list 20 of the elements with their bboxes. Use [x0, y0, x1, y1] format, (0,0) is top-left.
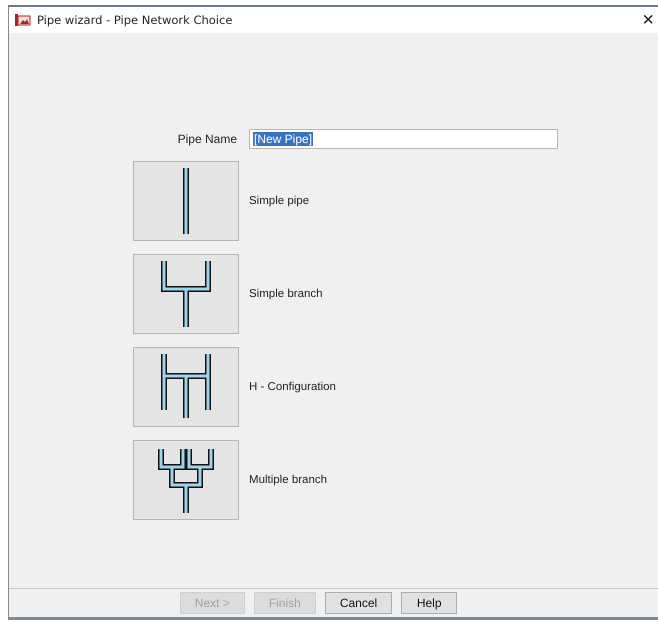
- pipe-drawing: [158, 449, 214, 513]
- option-label: Simple pipe: [249, 195, 310, 207]
- pipe-type-button[interactable]: [133, 440, 239, 520]
- window-title: Pipe wizard - Pipe Network Choice: [37, 13, 232, 27]
- pipe-drawing: [183, 168, 189, 234]
- pipe-name-field[interactable]: [New Pipe]: [249, 129, 558, 149]
- pipe-type-button[interactable]: [133, 347, 239, 427]
- pipe-drawing: [161, 261, 211, 327]
- option-label: Multiple branch: [249, 474, 327, 486]
- dialog-button[interactable]: Cancel: [324, 592, 392, 614]
- pipe-type-button[interactable]: [133, 161, 239, 241]
- option-label: Simple branch: [249, 288, 323, 300]
- field-value: [New Pipe]: [253, 132, 314, 146]
- app-icon: [15, 13, 31, 27]
- pipe-drawing: [161, 354, 211, 418]
- close-button[interactable]: ×: [642, 10, 654, 30]
- field-label: Pipe Name: [176, 132, 237, 146]
- dialog-button[interactable]: Help: [401, 592, 458, 614]
- pipe-type-button[interactable]: [133, 254, 239, 334]
- option-label: H - Configuration: [249, 381, 336, 393]
